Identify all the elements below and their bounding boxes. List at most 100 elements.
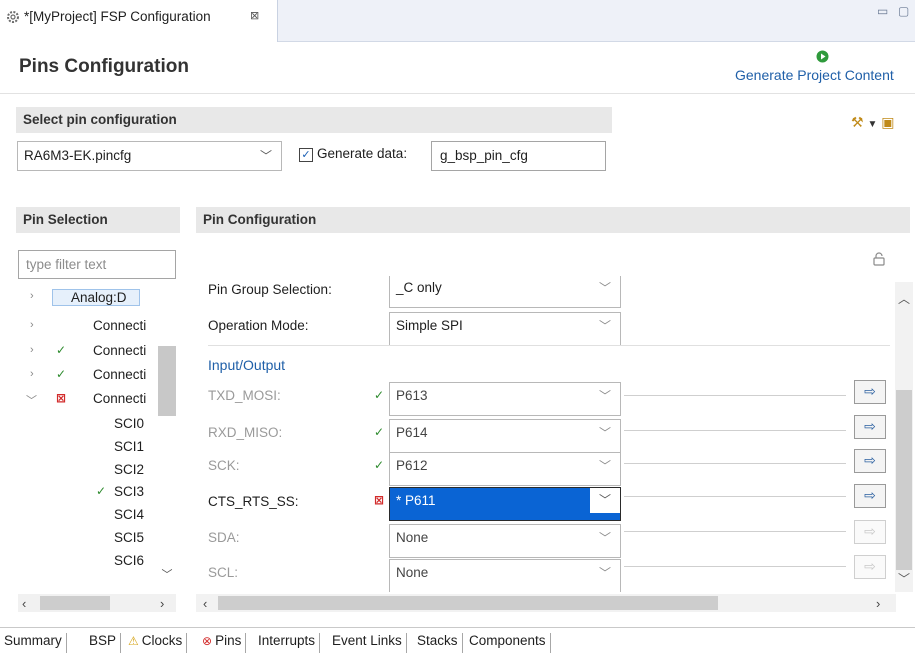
chevron-right-icon[interactable]: › [30,344,34,356]
close-icon[interactable]: ⊠ [250,9,259,22]
pin-selection-tree: › Analog:D › Connecti › ✓ Connecti › ✓ C… [18,284,176,594]
tree-item[interactable]: SCI6 [18,552,176,572]
select-pin-configuration-heading: Select pin configuration [16,107,612,133]
navigate-arrow-button[interactable]: ⇨ [854,484,886,508]
tab-interrupts[interactable]: Interrupts [258,633,321,653]
chevron-right-icon[interactable]: › [160,596,164,611]
tab-summary[interactable]: Summary [4,633,67,653]
page-title: Pins Configuration [19,56,189,77]
chevron-down-icon[interactable]: ▼ [867,119,877,130]
txd-mosi-select[interactable]: P613 ﹀ [389,382,621,416]
minimize-icon[interactable]: ▭ [877,4,888,18]
tree-horizontal-scroll-thumb[interactable] [40,596,110,610]
generate-data-label: Generate data: [317,146,408,161]
generate-data-input[interactable]: g_bsp_pin_cfg [431,141,606,171]
sck-label: SCK: [208,458,240,473]
export-icon[interactable]: ▣ [881,114,894,130]
navigate-arrow-button[interactable]: ⇨ [854,520,886,544]
bottom-tab-bar: Summary BSP ⚠ Clocks ⊗ Pins Interrupts Eve… [0,627,915,655]
tree-item[interactable]: ✓ SCI3 [18,483,176,503]
chevron-down-icon: ﹀ [598,459,611,473]
generate-data-checkbox[interactable]: ✓ [299,148,313,162]
scl-value: None [396,565,429,580]
editor-tab[interactable]: *[MyProject] FSP Configuration ⊠ [0,0,278,42]
chevron-right-icon[interactable]: › [876,596,880,611]
tab-event-links[interactable]: Event Links [332,633,407,653]
check-icon: ✓ [374,458,385,472]
tree-item[interactable]: ﹀ ⊠ Connecti [18,390,176,410]
tree-item[interactable]: › Analog:D [18,288,176,308]
chevron-down-icon[interactable]: ﹀ [26,392,37,408]
tree-item[interactable]: › Connecti [18,317,176,337]
chevron-down-icon[interactable]: ﹀ [898,570,910,587]
play-icon[interactable] [816,50,829,63]
tree-item-label: SCI6 [114,553,145,568]
chevron-down-icon: ﹀ [598,426,611,440]
chevron-down-icon: ﹀ [598,281,611,295]
header-divider [0,93,915,94]
tree-item[interactable]: › ✓ Connecti [18,366,176,386]
pin-group-select[interactable]: _C only ﹀ [389,276,621,308]
tree-item[interactable]: SCI5 [18,529,176,549]
rxd-miso-value: P614 [396,425,428,440]
tree-item[interactable]: SCI2 [18,461,176,481]
rxd-miso-select[interactable]: P614 ﹀ [389,419,621,453]
navigate-arrow-button[interactable]: ⇨ [854,555,886,579]
tab-pins[interactable]: ⊗ Pins [200,633,247,653]
check-icon: ✓ [374,425,385,439]
wrench-icon[interactable]: ⚒ [851,114,864,130]
chevron-down-icon: ﹀ [259,149,272,163]
config-vertical-scroll-thumb[interactable] [896,390,912,570]
chevron-down-icon: ﹀ [598,531,611,545]
chevron-right-icon[interactable]: › [30,290,34,302]
chevron-up-icon[interactable]: ︿ [898,290,910,307]
tree-item[interactable]: SCI4 [18,506,176,526]
chevron-left-icon[interactable]: ‹ [203,596,207,611]
tree-item-label: SCI2 [114,462,145,477]
filter-input[interactable]: type filter text [18,250,176,279]
sck-select[interactable]: P612 ﹀ [389,452,621,486]
chevron-left-icon[interactable]: ‹ [22,596,26,611]
tree-item[interactable]: › ✓ Connecti [18,342,176,362]
unlock-icon[interactable] [873,252,885,266]
check-icon: ✓ [374,388,385,402]
tab-bsp[interactable]: BSP [89,633,122,653]
operation-mode-label: Operation Mode: [208,318,309,333]
chevron-right-icon[interactable]: › [30,368,34,380]
pin-configuration-select[interactable]: RA6M3-EK.pincfg ﹀ [17,141,282,171]
chevron-right-icon[interactable]: › [30,319,34,331]
sda-select[interactable]: None ﹀ [389,524,621,558]
connector-line [624,496,846,497]
cts-rts-ss-select[interactable]: * P611 ﹀ [389,487,621,521]
tree-item[interactable]: SCI0 [18,415,176,435]
navigate-arrow-button[interactable]: ⇨ [854,449,886,473]
navigate-arrow-button[interactable]: ⇨ [854,380,886,404]
txd-mosi-label: TXD_MOSI: [208,388,281,403]
tree-item-label: Connecti [93,318,147,333]
tab-components[interactable]: Components [469,633,551,653]
cts-rts-ss-label: CTS_RTS_SS: [208,494,299,509]
navigate-arrow-button[interactable]: ⇨ [854,415,886,439]
sda-value: None [396,530,429,545]
cts-rts-ss-value: * P611 [396,493,436,508]
scl-select[interactable]: None ﹀ [389,559,621,592]
chevron-down-icon: ﹀ [590,488,620,513]
tree-item[interactable]: SCI1 [18,438,176,458]
tab-stacks[interactable]: Stacks [417,633,463,653]
tree-vertical-scroll-thumb[interactable] [158,346,176,416]
config-horizontal-scroll-thumb[interactable] [218,596,718,610]
chevron-down-icon[interactable]: ﹀ [158,566,176,584]
connector-line [624,463,846,464]
operation-mode-select[interactable]: Simple SPI ﹀ [389,312,621,346]
tab-clocks[interactable]: ⚠ Clocks [126,633,188,653]
tree-item-label: SCI0 [114,416,145,431]
pin-group-label: Pin Group Selection: [208,282,332,297]
pin-configuration-value: RA6M3-EK.pincfg [24,148,132,163]
maximize-icon[interactable]: ▢ [898,4,909,18]
rxd-miso-label: RXD_MISO: [208,425,283,440]
section-divider [208,345,890,346]
connector-line [624,395,846,396]
error-icon: ⊠ [374,493,385,507]
generate-project-content-link[interactable]: Generate Project Content [735,67,894,83]
tree-item-label: Connecti [93,367,147,382]
